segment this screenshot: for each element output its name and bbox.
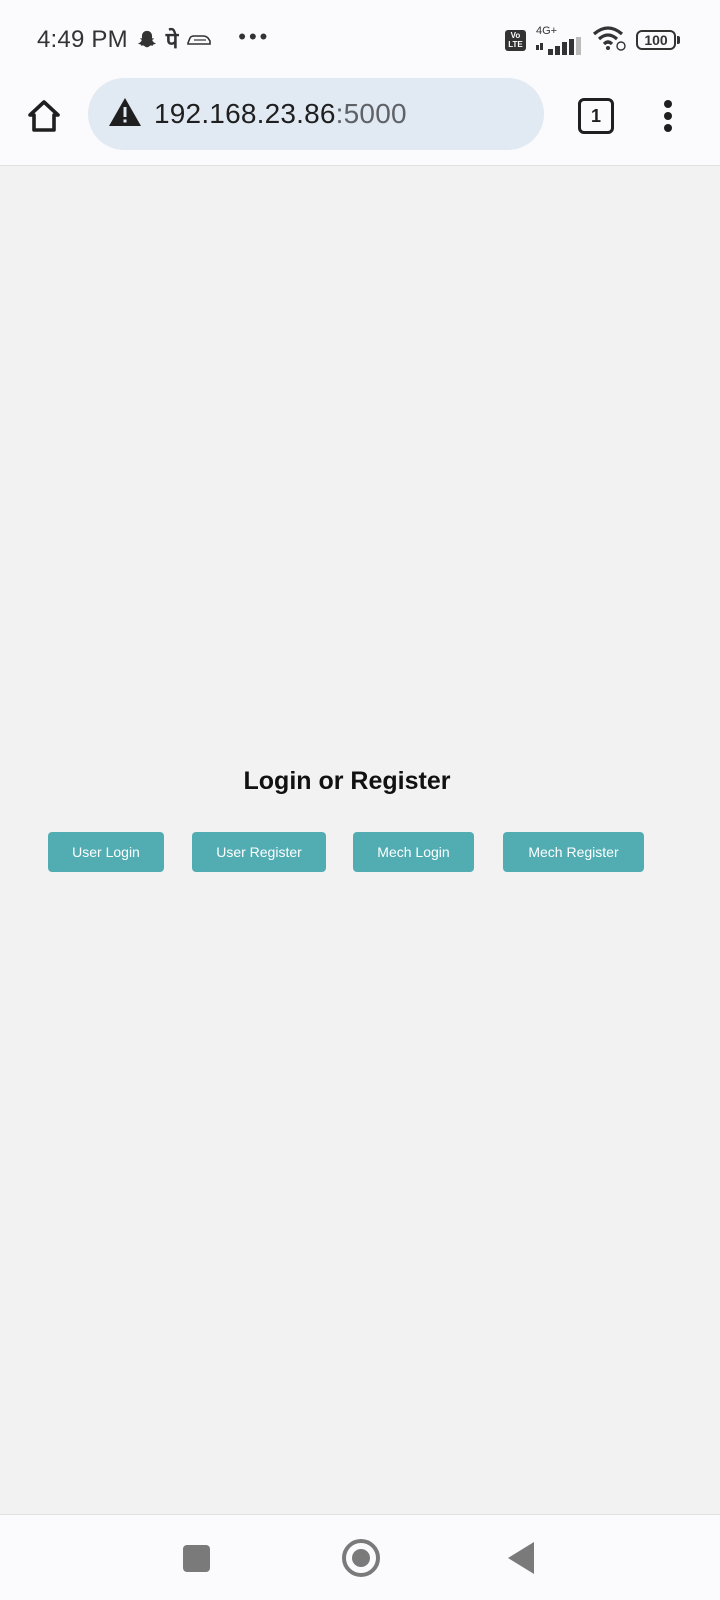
status-right: Vo LTE 4G+ 100 [505,25,680,56]
mech-register-button[interactable]: Mech Register [503,832,644,872]
page-title: Login or Register [243,767,451,795]
browser-toolbar: 192.168.23.86:5000 1 [0,78,720,166]
more-vert-icon[interactable] [656,96,680,136]
user-register-button[interactable]: User Register [192,832,326,872]
battery-icon: 100 [636,30,680,50]
wifi-icon [592,25,626,56]
home-icon [28,100,60,132]
tabs-button[interactable]: 1 [578,98,614,134]
url-text[interactable]: 192.168.23.86:5000 [154,98,407,130]
warning-icon[interactable] [108,97,142,132]
network-type: 4G+ [536,24,558,37]
back-icon[interactable] [508,1542,534,1574]
nav-home-icon[interactable] [342,1539,380,1577]
recents-icon[interactable] [183,1545,210,1572]
system-nav-bar [0,1514,720,1600]
snapchat-icon [136,29,158,51]
car-icon [186,32,212,48]
more-notifications-icon: ••• [238,24,271,49]
url-port: :5000 [335,98,407,129]
tab-count: 1 [590,105,601,126]
battery-level: 100 [636,30,676,50]
status-time: 4:49 PM [37,26,128,53]
url-bar[interactable]: 192.168.23.86:5000 [88,78,544,150]
status-left: 4:49 PM पे ••• [37,24,271,55]
url-host: 192.168.23.86 [154,98,336,129]
signal-icon: 4G+ [536,24,582,55]
phonepe-icon: पे [165,28,179,53]
status-bar: 4:49 PM पे ••• Vo LTE 4G+ 100 [0,0,720,80]
page-content: Login or Register User Login User Regist… [0,167,720,1514]
user-login-button[interactable]: User Login [48,832,164,872]
volte-icon: Vo LTE [505,29,526,51]
home-button[interactable] [24,96,64,136]
mech-login-button[interactable]: Mech Login [353,832,474,872]
